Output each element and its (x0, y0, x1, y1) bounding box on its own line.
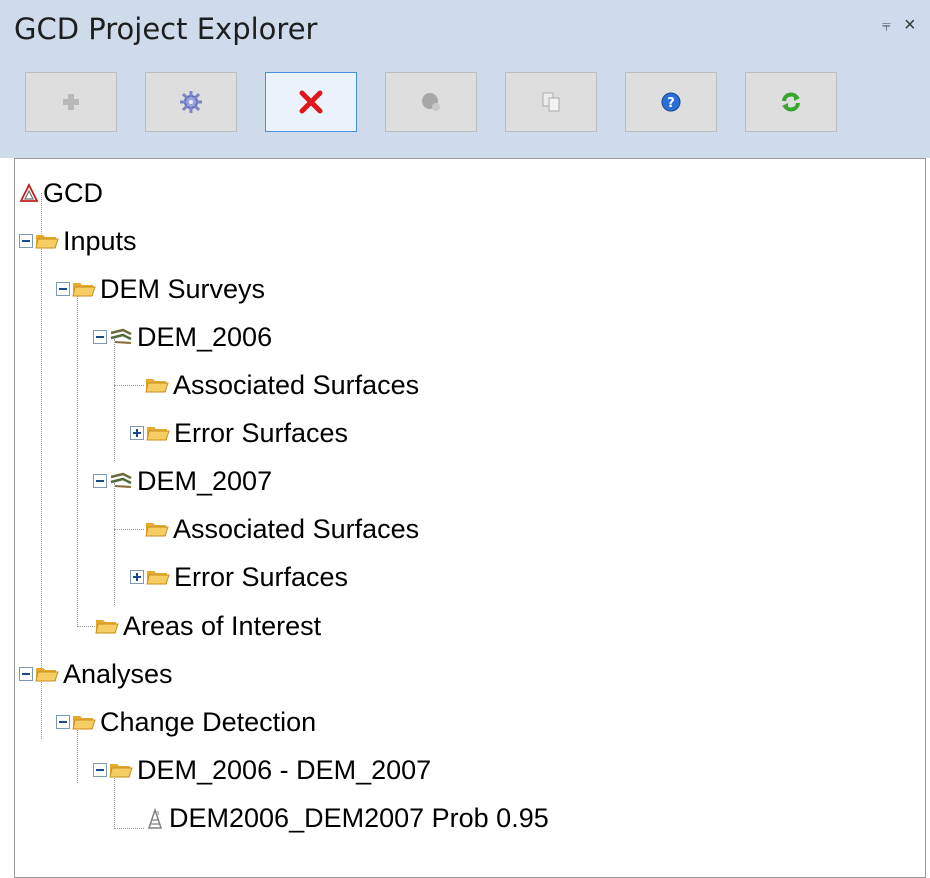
folder-icon (72, 713, 96, 731)
collapse-icon[interactable] (56, 715, 70, 729)
dod-icon (145, 806, 165, 830)
toolbar: ? (0, 60, 930, 158)
tree-node-label: Error Surfaces (174, 417, 349, 448)
tree-node-dem-surveys[interactable]: DEM Surveys (56, 271, 265, 307)
tree-node-label: Associated Surfaces (173, 369, 420, 400)
close-icon[interactable]: × (904, 14, 916, 37)
collapse-icon[interactable] (19, 667, 33, 681)
folder-icon (146, 568, 170, 586)
tree-node-dem-2007[interactable]: DEM_2007 (93, 463, 272, 499)
tree-node-label: GCD (43, 177, 103, 208)
tree-node-areas-of-interest[interactable]: Areas of Interest (95, 608, 321, 644)
tree-node-label: DEM_2007 (137, 465, 273, 496)
tree-node-error-surfaces[interactable]: Error Surfaces (130, 559, 348, 595)
add-layer-button[interactable] (385, 72, 477, 132)
tree-node-dem-2006[interactable]: DEM_2006 (93, 319, 272, 355)
tree-connector (114, 483, 115, 605)
tree-node-label: DEM_2006 - DEM_2007 (137, 754, 432, 785)
project-tree[interactable]: GCD Inputs DEM Surveys DEM_2006 Associat… (14, 158, 926, 878)
red-x-icon (299, 90, 323, 114)
tree-connector (77, 626, 95, 627)
tree-node-analyses[interactable]: Analyses (19, 656, 173, 692)
delete-button[interactable] (265, 72, 357, 132)
help-button[interactable]: ? (625, 72, 717, 132)
tree-node-dem-2006-dem-2007[interactable]: DEM_2006 - DEM_2007 (93, 752, 431, 788)
dem-icon (109, 472, 133, 490)
tree-node-inputs[interactable]: Inputs (19, 223, 137, 259)
panel-title-bar: GCD Project Explorer ⫧ × (0, 0, 930, 60)
tree-node-change-detection[interactable]: Change Detection (56, 704, 316, 740)
globe-add-icon (422, 93, 440, 111)
collapse-icon[interactable] (19, 234, 33, 248)
gear-icon (180, 91, 202, 113)
svg-text:?: ? (667, 96, 675, 111)
folder-icon (35, 665, 59, 683)
panel-title: GCD Project Explorer (14, 12, 318, 46)
tree-node-label: Change Detection (100, 706, 317, 737)
folder-icon (146, 424, 170, 442)
tree-node-label: DEM_2006 (137, 321, 273, 352)
folder-icon (145, 520, 169, 538)
tree-node-error-surfaces[interactable]: Error Surfaces (130, 415, 348, 451)
add-button[interactable] (25, 72, 117, 132)
folder-icon (109, 761, 133, 779)
collapse-icon[interactable] (93, 474, 107, 488)
tree-connector (114, 529, 144, 530)
tree-node-associated-surfaces[interactable]: Associated Surfaces (145, 511, 419, 547)
tree-node-label: Associated Surfaces (173, 513, 420, 544)
tree-connector (114, 339, 115, 461)
folder-icon (145, 376, 169, 394)
folder-icon (95, 617, 119, 635)
refresh-icon (782, 92, 800, 112)
folder-icon (35, 232, 59, 250)
tree-node-label: Areas of Interest (123, 610, 322, 641)
expand-icon[interactable] (130, 570, 144, 584)
tree-node-label: Analyses (63, 658, 173, 689)
tree-connector (41, 193, 42, 668)
copy-icon (542, 92, 560, 112)
refresh-button[interactable] (745, 72, 837, 132)
tree-node-associated-surfaces[interactable]: Associated Surfaces (145, 367, 419, 403)
tree-node-label: Inputs (63, 225, 137, 256)
project-icon (19, 183, 39, 203)
dem-icon (109, 328, 133, 346)
tree-node-label: Error Surfaces (174, 561, 349, 592)
tree-node-label: DEM2006_DEM2007 Prob 0.95 (169, 802, 549, 833)
collapse-icon[interactable] (93, 763, 107, 777)
tree-connector (77, 293, 78, 627)
copy-button[interactable] (505, 72, 597, 132)
help-icon: ? (661, 92, 681, 112)
expand-icon[interactable] (130, 426, 144, 440)
tree-node-label: DEM Surveys (100, 273, 266, 304)
folder-icon (72, 280, 96, 298)
collapse-icon[interactable] (56, 282, 70, 296)
collapse-icon[interactable] (93, 330, 107, 344)
tree-connector (114, 385, 144, 386)
plus-icon (63, 94, 79, 110)
tree-node-gcd[interactable]: GCD (19, 175, 103, 211)
tree-node-dod[interactable]: DEM2006_DEM2007 Prob 0.95 (145, 800, 549, 836)
pin-icon[interactable]: ⫧ (882, 18, 891, 36)
tree-connector (114, 828, 144, 829)
properties-button[interactable] (145, 72, 237, 132)
